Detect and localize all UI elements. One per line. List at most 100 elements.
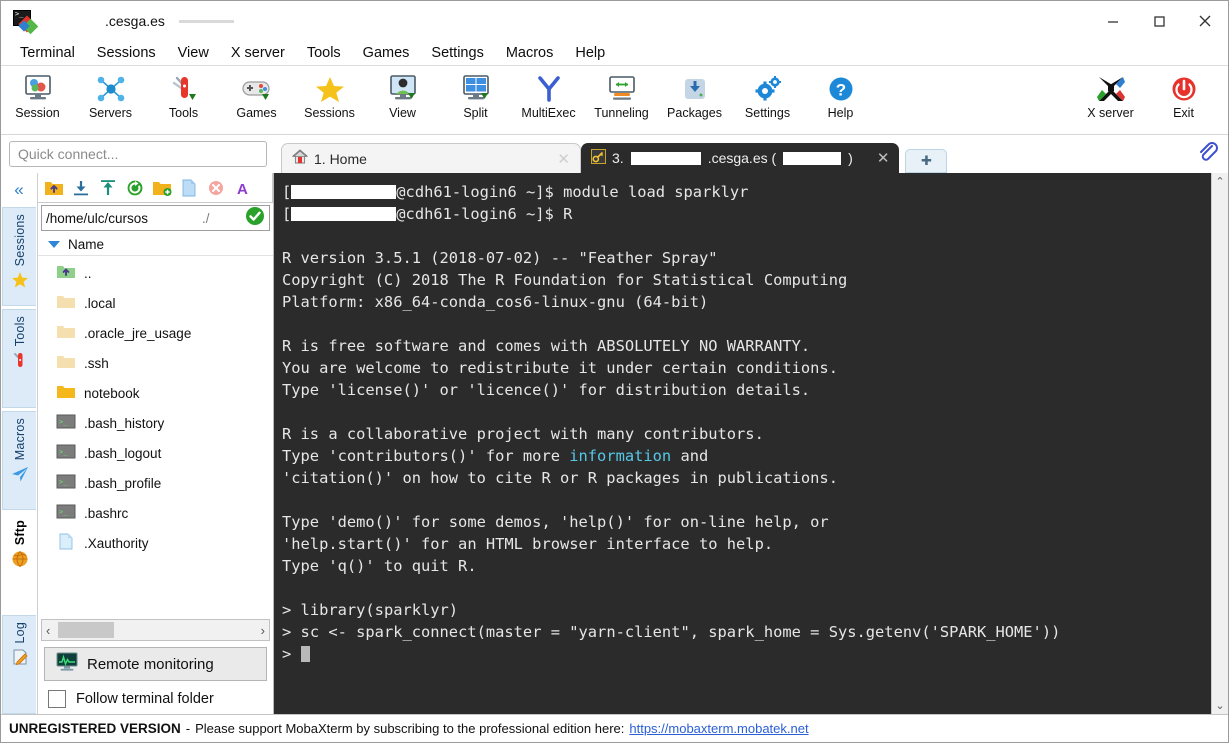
tab-bar: Quick connect... 1. Home ✕ 3. .cesga.es … (1, 135, 1228, 173)
check-circle-icon[interactable] (245, 206, 265, 231)
new-file-icon[interactable] (177, 176, 201, 200)
list-item-label: .bashrc (84, 505, 129, 521)
tab-ssh-label-suffix: .cesga.es ( (707, 150, 777, 166)
list-item[interactable]: .. (38, 258, 273, 288)
mobaxterm-website-link[interactable]: https://mobaxterm.mobatek.net (629, 721, 808, 736)
terminal-vertical-scrollbar[interactable]: ⌃ ⌄ (1211, 173, 1228, 714)
toolbar-split-button[interactable]: Split (439, 70, 512, 120)
list-item-label: .bash_logout (84, 445, 162, 461)
sftp-horizontal-scrollbar[interactable]: ‹ › (41, 619, 270, 641)
toolbar-multiexec-button[interactable]: MultiExec (512, 70, 585, 120)
rail-item-tools[interactable]: Tools (2, 309, 36, 408)
contrib-pre: Type 'contributors()' for more (282, 447, 570, 465)
status-message: Please support MobaXterm by subscribing … (195, 721, 625, 736)
toolbar-tools-button[interactable]: Tools (147, 70, 220, 120)
menu-item-macros[interactable]: Macros (495, 43, 565, 63)
toolbar-session-button[interactable]: Session (1, 70, 74, 120)
tab-ssh-close-icon[interactable]: ✕ (859, 149, 890, 167)
menu-item-games[interactable]: Games (352, 43, 421, 63)
scroll-up-arrow-icon[interactable]: ⌃ (1215, 175, 1224, 188)
scroll-down-arrow-icon[interactable]: ⌄ (1215, 699, 1224, 712)
parent-folder-icon[interactable] (42, 176, 66, 200)
text-mode-icon[interactable]: A (231, 176, 255, 200)
new-tab-button[interactable]: ✚ (905, 149, 948, 173)
list-item[interactable]: .local (38, 288, 273, 318)
list-item[interactable]: .oracle_jre_usage (38, 318, 273, 348)
toolbar-exit-button[interactable]: Exit (1147, 70, 1220, 120)
list-item[interactable]: .Xauthority (38, 528, 273, 558)
menu-item-help[interactable]: Help (564, 43, 616, 63)
follow-terminal-folder-row[interactable]: Follow terminal folder (38, 684, 273, 714)
tab-home-label: 1. Home (314, 150, 367, 167)
rail-item-sessions[interactable]: Sessions (2, 207, 36, 306)
toolbar-games-button[interactable]: Games (220, 70, 293, 120)
menu-item-view[interactable]: View (167, 43, 220, 63)
toolbar-session-label: Session (15, 106, 60, 120)
new-folder-icon[interactable] (150, 176, 174, 200)
collapse-chevrons-icon[interactable]: « (1, 173, 37, 207)
toolbar-view-button[interactable]: View (366, 70, 439, 120)
remote-monitoring-button[interactable]: Remote monitoring (44, 647, 267, 681)
sftp-path-field[interactable]: /home/ulc/cursos ./ (41, 205, 270, 231)
scroll-thumb[interactable] (58, 622, 114, 638)
tools-icon (164, 70, 204, 104)
minimize-button[interactable] (1090, 1, 1136, 41)
terminal-output[interactable]: [@cdh61-login6 ~]$ module load sparklyr … (274, 173, 1211, 714)
toolbar-sessions-button[interactable]: Sessions (293, 70, 366, 120)
maximize-button[interactable] (1136, 1, 1182, 41)
key-icon (591, 149, 606, 167)
monitor-graph-icon (55, 651, 79, 677)
servers-icon (91, 70, 131, 104)
close-button[interactable] (1182, 1, 1228, 41)
upload-icon[interactable] (96, 176, 120, 200)
quick-connect-input[interactable]: Quick connect... (9, 141, 267, 167)
toolbar-help-button[interactable]: ? Help (804, 70, 877, 120)
list-item[interactable]: notebook (38, 378, 273, 408)
follow-terminal-folder-checkbox[interactable] (48, 690, 66, 708)
sftp-file-list[interactable]: .. .local .oracle_jre_usage .ssh noteboo… (38, 256, 273, 619)
menu-item-sessions[interactable]: Sessions (86, 43, 167, 63)
settings-gear-icon (748, 70, 788, 104)
toolbar-servers-button[interactable]: Servers (74, 70, 147, 120)
home-icon (291, 149, 309, 168)
list-item-label: .Xauthority (84, 535, 149, 551)
xserver-icon (1091, 70, 1131, 104)
sort-descending-icon[interactable] (48, 240, 60, 248)
toolbar-games-label: Games (236, 106, 277, 120)
toolbar-settings-button[interactable]: Settings (731, 70, 804, 120)
tab-ssh-session[interactable]: 3. .cesga.es ( ) ✕ (581, 143, 900, 173)
paperclip-icon[interactable] (1196, 141, 1218, 168)
tab-home[interactable]: 1. Home ✕ (281, 143, 581, 173)
list-item[interactable]: >_ .bash_history (38, 408, 273, 438)
toolbar-tunneling-button[interactable]: Tunneling (585, 70, 658, 120)
refresh-icon[interactable] (123, 176, 147, 200)
packages-icon (675, 70, 715, 104)
scroll-right-arrow-icon[interactable]: › (261, 623, 265, 638)
list-item[interactable]: >_ .bash_logout (38, 438, 273, 468)
menu-item-terminal[interactable]: Terminal (9, 43, 86, 63)
download-icon[interactable] (69, 176, 93, 200)
toolbar-multiexec-label: MultiExec (521, 106, 576, 120)
list-item[interactable]: >_ .bash_profile (38, 468, 273, 498)
menu-item-settings[interactable]: Settings (420, 43, 494, 63)
tab-ssh-label-prefix: 3. (612, 150, 624, 166)
list-item[interactable]: >_ .bashrc (38, 498, 273, 528)
menu-item-tools[interactable]: Tools (296, 43, 352, 63)
tab-home-close-icon[interactable]: ✕ (539, 150, 570, 168)
rail-item-macros[interactable]: Macros (2, 411, 36, 510)
toolbar-packages-button[interactable]: Packages (658, 70, 731, 120)
information-link[interactable]: information (569, 447, 671, 465)
list-item[interactable]: .ssh (38, 348, 273, 378)
rail-item-sftp[interactable]: Sftp (2, 513, 36, 612)
remote-monitoring-label: Remote monitoring (87, 655, 214, 673)
rail-item-log[interactable]: Log (2, 615, 36, 714)
scroll-left-arrow-icon[interactable]: ‹ (46, 623, 50, 638)
delete-icon[interactable] (204, 176, 228, 200)
toolbar-xserver-button[interactable]: X server (1074, 70, 1147, 120)
sftp-column-header-name[interactable]: Name (68, 237, 104, 252)
list-item-label: .local (84, 295, 116, 311)
toolbar-exit-label: Exit (1173, 106, 1194, 120)
r-prompt-line-1: > library(sparklyr) (282, 601, 458, 619)
menu-item-xserver[interactable]: X server (220, 43, 296, 63)
svg-text:A: A (237, 181, 248, 197)
